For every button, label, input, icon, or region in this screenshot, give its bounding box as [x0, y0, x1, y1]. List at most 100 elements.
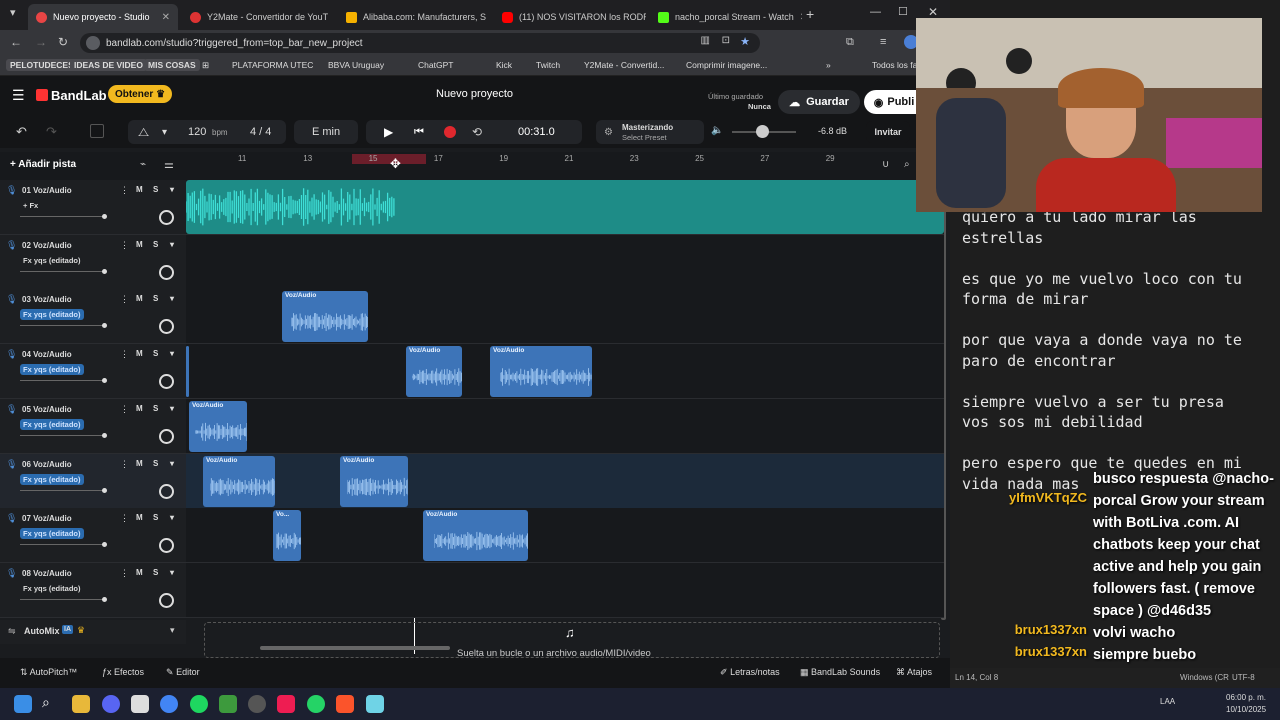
mute-button[interactable]: M [136, 240, 143, 249]
media-icon[interactable]: ≡ [880, 36, 886, 48]
spotify-icon[interactable] [190, 695, 208, 713]
bookmark-link[interactable]: Comprimir imagene... [686, 60, 767, 70]
file-explorer-icon[interactable] [72, 695, 90, 713]
pan-knob[interactable] [159, 592, 174, 608]
audio-clip[interactable] [186, 346, 189, 398]
audio-clip[interactable] [186, 180, 944, 234]
bookmark-link[interactable]: PLATAFORMA UTEC [232, 60, 313, 70]
tempo-value[interactable]: 120 [188, 126, 206, 138]
tab-bandlab[interactable]: Nuevo proyecto - Studio ✕ [28, 4, 178, 30]
volume-handle[interactable] [102, 487, 108, 493]
chevron-down-icon[interactable]: ▾ [170, 513, 174, 522]
track-fx[interactable]: Fx yqs (editado) [20, 418, 84, 430]
track-name[interactable]: 04 Voz/Audio [22, 350, 72, 359]
chevron-down-icon[interactable]: ▾ [162, 127, 167, 138]
extensions-icon[interactable]: ⧉ [846, 36, 854, 49]
redo-icon[interactable]: ↷ [46, 124, 57, 140]
loop-icon[interactable]: ⟲ [472, 125, 482, 139]
forward-icon[interactable]: → [35, 35, 47, 49]
track-menu-icon[interactable]: ⋮ [120, 459, 129, 470]
track-volume-slider[interactable] [20, 542, 108, 548]
minimize-icon[interactable]: — [870, 6, 881, 18]
skip-back-icon[interactable]: ⏮ [414, 126, 424, 139]
audio-clip[interactable]: Voz/Audio [490, 346, 592, 398]
track-lane[interactable]: Voz/Audio Voz/Audio [186, 453, 944, 509]
chevron-down-icon[interactable]: ▾ [170, 568, 174, 577]
record-icon[interactable] [444, 126, 456, 138]
track-name[interactable]: 07 Voz/Audio [22, 514, 72, 523]
bookmark-folder[interactable]: MIS COSAS [144, 59, 200, 71]
track-name[interactable]: 02 Voz/Audio [22, 241, 72, 250]
tempo-control[interactable]: ⧍ ▾ 120 bpm 4 / 4 [128, 120, 286, 144]
pan-knob[interactable] [159, 483, 174, 499]
bookmark-link[interactable]: Twitch [536, 60, 560, 70]
chevron-down-icon[interactable]: ▾ [170, 459, 174, 468]
mute-button[interactable]: M [136, 185, 143, 194]
solo-button[interactable]: S [153, 513, 158, 522]
audio-clip[interactable]: Voz/Audio [189, 400, 247, 452]
track-header[interactable]: 🎙 01 Voz/Audio ⋮ M S ▾ + Fx [0, 180, 186, 235]
track-volume-slider[interactable] [20, 432, 108, 438]
track-lane[interactable]: Voz/Audio [186, 289, 944, 345]
site-info-icon[interactable] [86, 36, 100, 50]
loop-region[interactable] [352, 154, 426, 164]
audio-clip[interactable]: Voz/Audio [406, 346, 462, 398]
audio-clip[interactable]: Voz/Audio [282, 291, 368, 343]
metronome-icon[interactable]: ⧍ [138, 125, 149, 140]
volume-handle[interactable] [102, 323, 108, 329]
track-fx[interactable]: Fx yqs (editado) [20, 255, 84, 266]
solo-button[interactable]: S [153, 185, 158, 194]
pan-knob[interactable] [159, 264, 174, 280]
effects-button[interactable]: ƒx Efectos [102, 667, 144, 677]
track-lane[interactable] [186, 234, 944, 290]
track-fx[interactable]: Fx yqs (editado) [20, 309, 84, 321]
save-button[interactable]: ☁ Guardar [778, 90, 860, 114]
track-lane[interactable]: Voz/Audio [186, 398, 944, 454]
maximize-icon[interactable]: ☐ [898, 5, 908, 18]
shortcuts-button[interactable]: ⌘ Atajos [896, 667, 932, 678]
whatsapp-icon[interactable] [307, 695, 325, 713]
track-fx[interactable]: Fx yqs (editado) [20, 583, 84, 594]
track-fx[interactable]: Fx yqs (editado) [20, 364, 84, 376]
add-track-button[interactable]: + Añadir pista [10, 159, 76, 170]
brave-icon[interactable] [336, 695, 354, 713]
solo-button[interactable]: S [153, 404, 158, 413]
clock-date[interactable]: 10/10/2025 [1226, 705, 1266, 714]
track-header[interactable]: 🎙 02 Voz/Audio ⋮ M S ▾ Fx yqs (editado) [0, 234, 186, 290]
tab-y2mate[interactable]: Y2Mate - Convertidor de YouT ✕ [182, 4, 334, 30]
audio-clip[interactable]: Voz/Audio [203, 455, 275, 507]
mute-button[interactable]: M [136, 459, 143, 468]
bookmark-link[interactable]: Kick [496, 60, 512, 70]
back-icon[interactable]: ← [10, 35, 22, 49]
language-indicator[interactable]: LAA [1160, 697, 1175, 706]
bookmark-folder[interactable]: PELOTUDECES [6, 59, 78, 71]
notepad-icon[interactable] [366, 695, 384, 713]
reader-icon[interactable]: ▥ [701, 35, 710, 46]
track-volume-slider[interactable] [20, 487, 108, 493]
track-volume-slider[interactable] [20, 596, 108, 602]
start-icon[interactable] [14, 695, 32, 713]
mute-button[interactable]: M [136, 404, 143, 413]
pan-knob[interactable] [159, 538, 174, 554]
mastering-selector[interactable]: ⚙ Masterizando Select Preset [596, 120, 704, 144]
track-header[interactable]: 🎙 07 Voz/Audio ⋮ M S ▾ Fx yqs (editado) [0, 508, 186, 564]
search-icon[interactable]: ⌕ [42, 694, 50, 711]
track-header[interactable]: 🎙 03 Voz/Audio ⋮ M S ▾ Fx yqs (editado) [0, 289, 186, 345]
url-input[interactable]: bandlab.com/studio?triggered_from=top_ba… [80, 33, 760, 53]
bookmark-folder[interactable]: IDEAS DE VIDEO [70, 59, 147, 71]
audio-clip[interactable]: Voz/Audio [340, 455, 408, 507]
volume-handle[interactable] [102, 214, 108, 219]
track-fx[interactable]: + Fx [20, 200, 41, 211]
clock-time[interactable]: 06:00 p. m. [1226, 693, 1266, 702]
snap-magnet-icon[interactable]: ∪ [882, 159, 889, 170]
more-bookmarks-icon[interactable]: » [826, 60, 831, 70]
chevron-down-icon[interactable]: ▾ [170, 404, 174, 413]
capcut-icon[interactable] [131, 695, 149, 713]
track-menu-icon[interactable]: ⋮ [120, 349, 129, 360]
metronome-box-icon[interactable] [90, 124, 104, 138]
master-volume-handle[interactable] [756, 125, 769, 138]
track-name[interactable]: 01 Voz/Audio [22, 186, 72, 195]
mute-button[interactable]: M [136, 294, 143, 303]
timeline-ruler[interactable]: 11 13 15 17 19 21 23 25 27 29 [186, 152, 950, 180]
track-name[interactable]: 06 Voz/Audio [22, 460, 72, 469]
